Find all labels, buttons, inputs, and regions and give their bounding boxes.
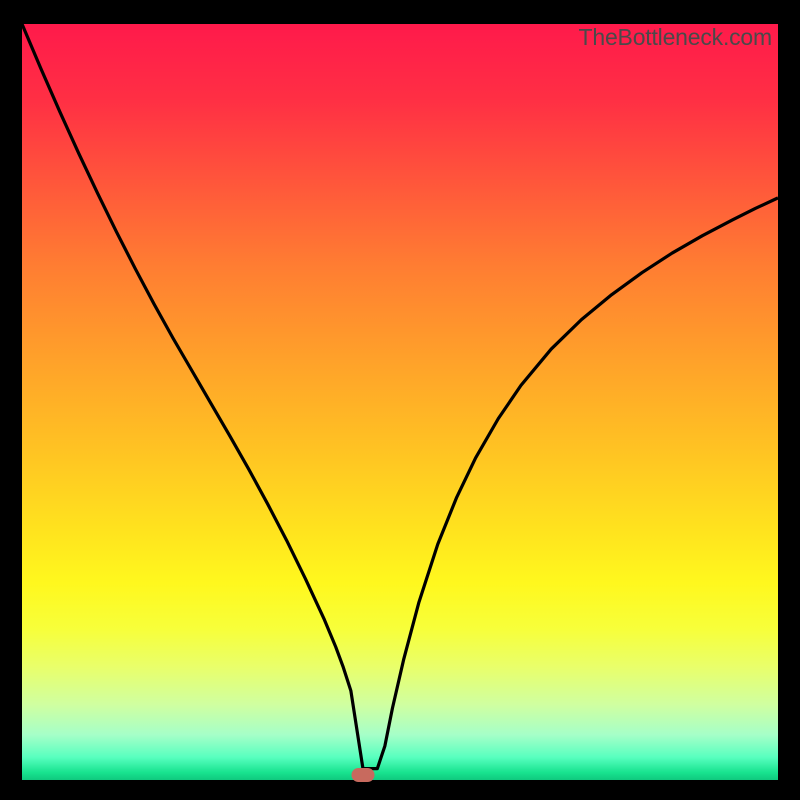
optimal-point-marker <box>351 768 374 782</box>
chart-plot-area: TheBottleneck.com <box>22 24 778 780</box>
bottleneck-curve <box>22 24 778 780</box>
